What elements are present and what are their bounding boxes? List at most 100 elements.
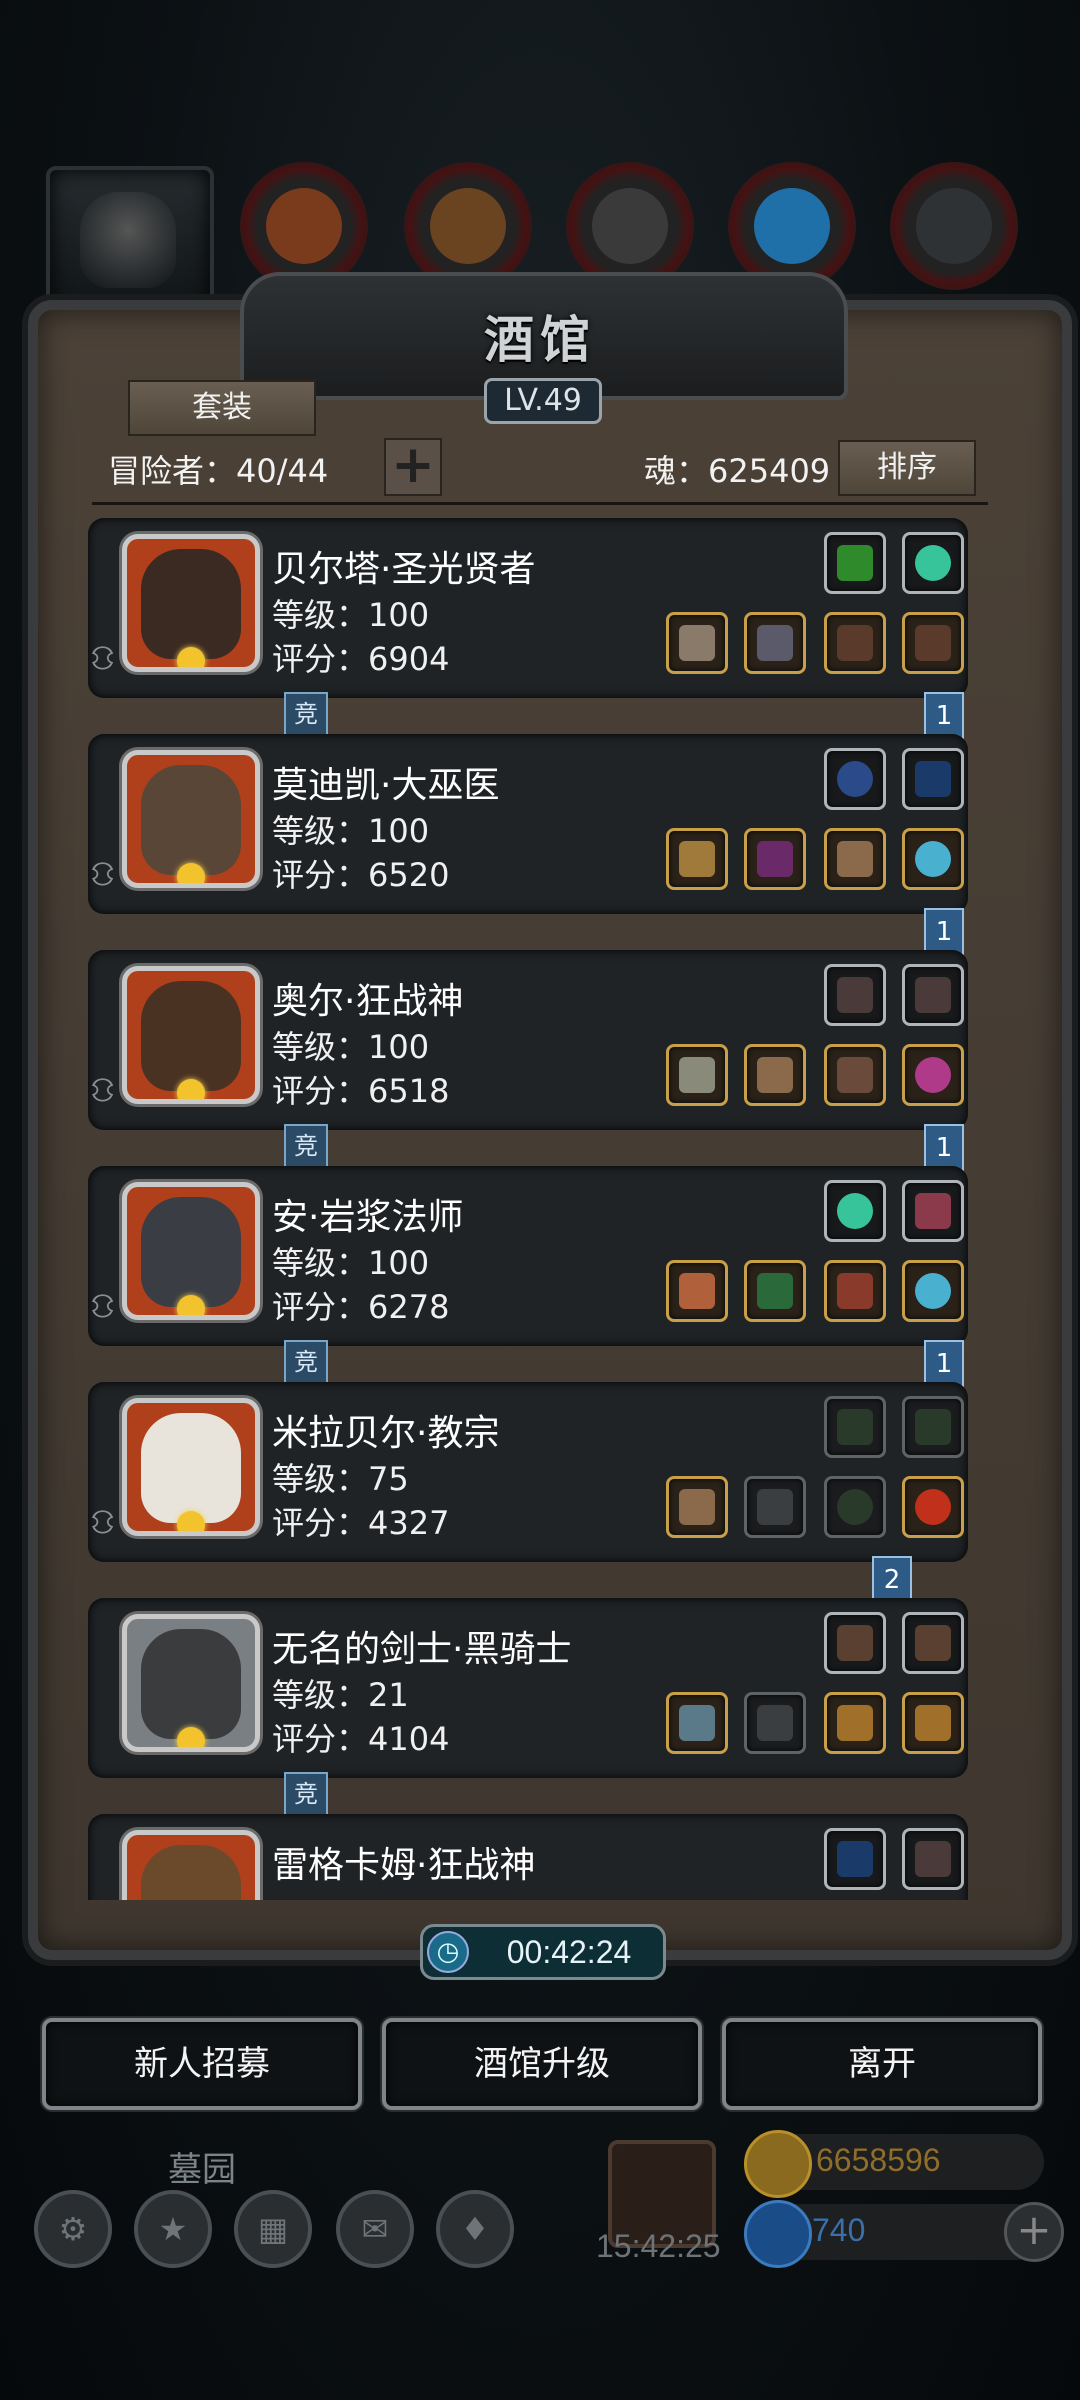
hero-avatar[interactable] [122,750,260,888]
add-slot-button[interactable]: + [384,438,442,496]
crystal-icon [754,188,830,264]
hero-avatar[interactable] [122,1182,260,1320]
hero-name: 安·岩浆法师 [272,1197,464,1238]
soul-count: 魂：625409 [644,452,831,490]
iron-icon [592,188,668,264]
rune-slot-icon[interactable] [902,1260,964,1322]
arena-tag: 竞 [284,1124,328,1168]
hero-name: 奥尔·狂战神 [272,981,464,1022]
hero-score: 评分：6278 [272,1288,450,1326]
settings-icon[interactable]: ⚙ [34,2190,112,2268]
leave-button[interactable]: 离开 [722,2018,1042,2110]
gauntlet-slot-icon[interactable] [824,1612,886,1674]
player-portrait[interactable] [46,166,214,318]
empty-armor-slot-icon[interactable] [744,1692,806,1754]
mace-slot-icon[interactable] [666,1476,728,1538]
horn-slot-icon[interactable] [902,1180,964,1242]
empty-slot-icon[interactable] [824,1396,886,1458]
mail-icon[interactable]: ✉ [336,2190,414,2268]
gold-coin-icon [744,2130,812,2198]
star-icon[interactable]: ★ [134,2190,212,2268]
empty-slot-icon[interactable] [902,1396,964,1458]
hero-avatar[interactable] [122,1614,260,1752]
timer-text: 00:42:24 [506,1934,632,1970]
bow-slot-icon[interactable] [902,748,964,810]
divider [92,502,988,505]
bracer-slot-icon[interactable] [824,1260,886,1322]
robe-slot-icon[interactable] [744,612,806,674]
hero-level: 等级：21 [272,1676,409,1714]
hero-name: 无名的剑士·黑骑士 [272,1629,572,1670]
pendant-slot-icon[interactable] [902,1044,964,1106]
hero-level: 等级：100 [272,812,430,850]
hero-card[interactable]: ⛻ 莫迪凯·大巫医 等级：100 评分：6520 [88,734,968,914]
gem-slot-icon[interactable] [902,532,964,594]
map-icon[interactable]: ▦ [234,2190,312,2268]
staff-slot-icon[interactable] [666,1260,728,1322]
hero-score: 评分：6518 [272,1072,450,1110]
upgrade-tavern-button[interactable]: 酒馆升级 [382,2018,702,2110]
scroll-slot-icon[interactable] [824,532,886,594]
chest-slot-icon[interactable] [824,1692,886,1754]
hero-name: 米拉贝尔·教宗 [272,1413,500,1454]
countdown-timer: ◷ 00:42:24 [420,1924,666,1980]
recruit-button[interactable]: 新人招募 [42,2018,362,2110]
shop-icon[interactable]: ♦ [436,2190,514,2268]
hero-card[interactable]: 雷格卡姆·狂战神 [88,1814,968,1900]
claw-slot-icon[interactable] [824,964,886,1026]
hero-level: 等级：75 [272,1460,409,1498]
mask-slot-icon[interactable] [824,828,886,890]
armor-slot-icon[interactable] [744,1044,806,1106]
leather-icon [266,188,342,264]
gem-slot-icon[interactable] [824,1180,886,1242]
hero-card[interactable]: ⛻ 安·岩浆法师 等级：100 评分：6278 [88,1166,968,1346]
chest-slot-icon[interactable] [902,1692,964,1754]
bracer-slot-icon[interactable] [824,1044,886,1106]
rune-slot-icon[interactable] [902,828,964,890]
bow-slot-icon[interactable] [824,1828,886,1890]
hero-card[interactable]: 无名的剑士·黑骑士 等级：21 评分：4104 [88,1598,968,1778]
hero-avatar[interactable] [122,1830,260,1900]
hero-level: 等级：100 [272,1244,430,1282]
cloak-slot-icon[interactable] [824,612,886,674]
empty-armor-slot-icon[interactable] [744,1476,806,1538]
hero-avatar[interactable] [122,966,260,1104]
empty-ring-slot-icon[interactable] [824,1476,886,1538]
hero-score: 评分：4327 [272,1504,450,1542]
hero-avatar[interactable] [122,1398,260,1536]
hero-score: 评分：6520 [272,856,450,894]
gold-value: 6658596 [816,2142,941,2178]
page-title: 酒馆 [484,310,596,369]
robe-slot-icon[interactable] [744,828,806,890]
claw-slot-icon[interactable] [902,1828,964,1890]
gauntlet-slot-icon[interactable] [902,1612,964,1674]
clock-icon: ◷ [427,1931,469,1973]
wood-icon [430,188,506,264]
resource-iron [566,162,694,290]
stone-icon [916,188,992,264]
priestess-face-icon [141,549,241,659]
hero-card[interactable]: ⛻ 贝尔塔·圣光贤者 等级：100 评分：6904 [88,518,968,698]
necklace-slot-icon[interactable] [824,748,886,810]
mage-face-icon [141,1197,241,1307]
runner-icon: ⛻ [90,854,116,894]
sort-button[interactable]: 排序 [838,440,976,496]
add-gems-button[interactable]: + [1004,2202,1064,2262]
arena-tag: 竞 [284,1340,328,1384]
gem-icon [744,2200,812,2268]
hero-list[interactable]: ⛻ 贝尔塔·圣光贤者 等级：100 评分：6904 竞 1 ⛻ 莫迪凯·大巫医 … [88,518,988,1900]
hero-avatar[interactable] [122,534,260,672]
ring-slot-icon[interactable] [902,1476,964,1538]
sword-slot-icon[interactable] [666,1692,728,1754]
axe-slot-icon[interactable] [666,1044,728,1106]
hero-card[interactable]: ⛻ 奥尔·狂战神 等级：100 评分：6518 [88,950,968,1130]
claw-slot-icon[interactable] [902,964,964,1026]
suit-button[interactable]: 套装 [128,380,316,436]
shaman-face-icon [141,765,241,875]
hammer-slot-icon[interactable] [666,612,728,674]
crescent-icon [177,647,205,667]
cloak-slot-icon[interactable] [902,612,964,674]
hood-slot-icon[interactable] [744,1260,806,1322]
hero-card[interactable]: ⛻ 米拉贝尔·教宗 等级：75 评分：4327 [88,1382,968,1562]
staff-slot-icon[interactable] [666,828,728,890]
